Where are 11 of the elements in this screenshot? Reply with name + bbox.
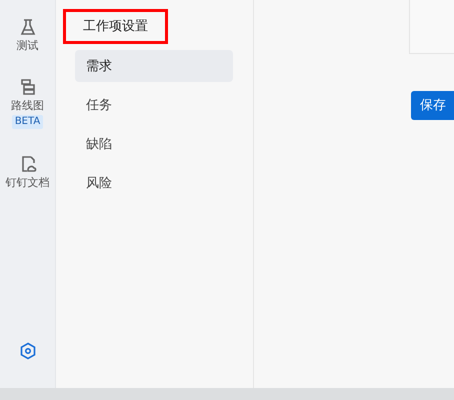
menu-item[interactable]: 缺陷: [75, 128, 233, 160]
menu-item[interactable]: 需求: [75, 50, 233, 82]
rail-label[interactable]: 路线图: [11, 99, 44, 112]
save-button[interactable]: 保存: [411, 91, 454, 120]
beta-tag: BETA: [12, 115, 44, 130]
section-heading: 工作项设置: [63, 9, 168, 44]
rail-label[interactable]: 钉钉文档: [6, 176, 50, 190]
menu-item[interactable]: 风险: [75, 166, 233, 198]
rail-label[interactable]: 测试: [16, 39, 38, 52]
menu-item[interactable]: 任务: [75, 88, 233, 120]
settings-icon[interactable]: [18, 342, 36, 360]
